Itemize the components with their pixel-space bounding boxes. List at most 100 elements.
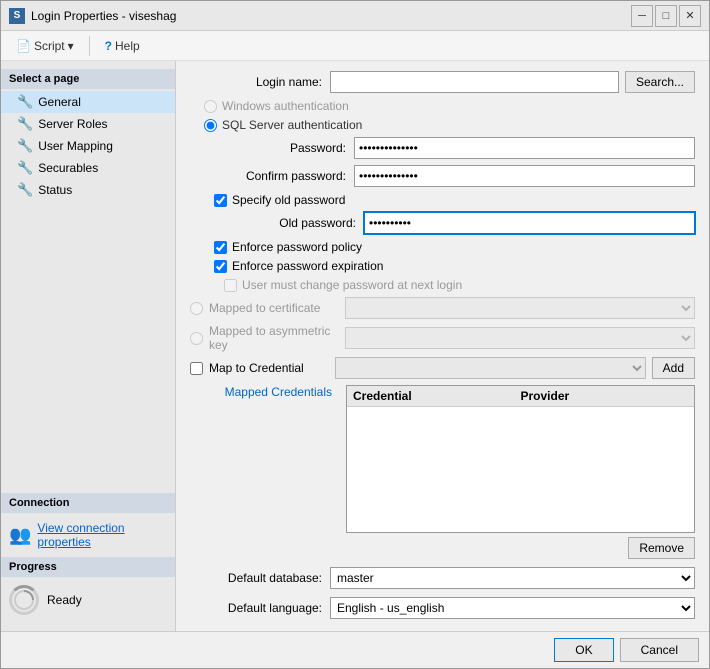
mapped-asym-row: Mapped to asymmetric key (190, 324, 695, 352)
maximize-button[interactable]: □ (655, 5, 677, 27)
status-icon: 🔧 (17, 182, 33, 198)
credential-col-header: Credential (353, 389, 521, 403)
mapped-cert-row: Mapped to certificate (190, 297, 695, 319)
script-icon: 📄 (16, 39, 31, 53)
sidebar-item-status[interactable]: 🔧 Status (1, 179, 175, 201)
toolbar-separator (89, 36, 90, 56)
sidebar-item-label-status: Status (38, 183, 72, 197)
script-label: Script (34, 39, 65, 53)
remove-button[interactable]: Remove (628, 537, 695, 559)
specify-old-checkbox[interactable] (214, 194, 227, 207)
confirm-password-label: Confirm password: (214, 169, 354, 183)
script-button[interactable]: 📄 Script ▾ (9, 36, 81, 56)
enforce-policy-row: Enforce password policy (214, 240, 695, 254)
sidebar: Select a page 🔧 General 🔧 Server Roles 🔧… (1, 61, 176, 631)
specify-old-password-row: Specify old password (214, 193, 695, 207)
password-input[interactable] (354, 137, 695, 159)
old-password-input[interactable] (364, 212, 695, 234)
login-name-label: Login name: (190, 75, 330, 89)
map-credential-checkbox[interactable] (190, 362, 203, 375)
default-lang-label: Default language: (190, 601, 330, 615)
password-label: Password: (214, 141, 354, 155)
mapped-asym-select[interactable] (345, 327, 695, 349)
login-name-input[interactable] (330, 71, 619, 93)
map-credential-select[interactable] (335, 357, 646, 379)
map-credential-label: Map to Credential (209, 361, 329, 375)
sidebar-item-general[interactable]: 🔧 General (1, 91, 175, 113)
general-icon: 🔧 (17, 94, 33, 110)
sidebar-item-label-user-mapping: User Mapping (38, 139, 113, 153)
main-window: S Login Properties - viseshag ─ □ ✕ 📄 Sc… (0, 0, 710, 669)
progress-status: Ready (47, 593, 82, 607)
mapped-cert-radio[interactable] (190, 302, 203, 315)
must-change-row: User must change password at next login (224, 278, 695, 292)
sql-auth-radio[interactable] (204, 119, 217, 132)
securables-icon: 🔧 (17, 160, 33, 176)
specify-old-label: Specify old password (232, 193, 345, 207)
old-password-label: Old password: (224, 216, 364, 230)
windows-auth-row: Windows authentication (204, 99, 695, 113)
default-db-label: Default database: (190, 571, 330, 585)
map-credential-row: Map to Credential Add (190, 357, 695, 379)
enforce-policy-label: Enforce password policy (232, 240, 362, 254)
default-db-select[interactable]: master (330, 567, 695, 589)
connection-section-header: Connection (1, 493, 175, 513)
must-change-checkbox[interactable] (224, 279, 237, 292)
sidebar-item-label-securables: Securables (38, 161, 98, 175)
progress-content: Ready (1, 577, 175, 623)
confirm-password-row: Confirm password: (214, 165, 695, 187)
ok-button[interactable]: OK (554, 638, 613, 662)
credential-header: Credential Provider (347, 386, 694, 407)
sidebar-item-user-mapping[interactable]: 🔧 User Mapping (1, 135, 175, 157)
credential-box: Credential Provider (346, 385, 695, 533)
view-connection-link[interactable]: View connection properties (37, 521, 167, 549)
mapped-cert-select[interactable] (345, 297, 695, 319)
minimize-button[interactable]: ─ (631, 5, 653, 27)
sql-auth-label: SQL Server authentication (222, 118, 362, 132)
mapped-asym-radio[interactable] (190, 332, 203, 345)
toolbar: 📄 Script ▾ ? Help (1, 31, 709, 61)
window-controls: ─ □ ✕ (631, 5, 701, 27)
mapped-credentials-label: Mapped Credentials (190, 385, 340, 399)
progress-section-header: Progress (1, 557, 175, 577)
window-icon: S (9, 8, 25, 24)
default-lang-row: Default language: English - us_english (190, 597, 695, 619)
connection-content: 👥 View connection properties (1, 513, 175, 557)
add-button[interactable]: Add (652, 357, 695, 379)
password-row: Password: (214, 137, 695, 159)
connection-icon: 👥 (9, 525, 31, 546)
help-button[interactable]: ? Help (98, 36, 147, 56)
cancel-button[interactable]: Cancel (620, 638, 699, 662)
enforce-expiration-label: Enforce password expiration (232, 259, 383, 273)
sidebar-item-server-roles[interactable]: 🔧 Server Roles (1, 113, 175, 135)
close-button[interactable]: ✕ (679, 5, 701, 27)
server-roles-icon: 🔧 (17, 116, 33, 132)
default-db-row: Default database: master (190, 567, 695, 589)
window-title: Login Properties - viseshag (31, 9, 631, 23)
enforce-expiration-row: Enforce password expiration (214, 259, 695, 273)
progress-spinner (9, 585, 39, 615)
enforce-policy-checkbox[interactable] (214, 241, 227, 254)
remove-section: Remove (190, 537, 695, 559)
sidebar-item-label-general: General (38, 95, 81, 109)
sidebar-item-label-server-roles: Server Roles (38, 117, 107, 131)
select-page-section: Select a page (1, 69, 175, 89)
default-lang-select[interactable]: English - us_english (330, 597, 695, 619)
main-panel: Login name: Search... Windows authentica… (176, 61, 709, 631)
script-dropdown-icon: ▾ (68, 39, 74, 53)
enforce-expiration-checkbox[interactable] (214, 260, 227, 273)
mapped-cert-label: Mapped to certificate (209, 301, 339, 315)
windows-auth-radio[interactable] (204, 100, 217, 113)
help-icon: ? (105, 39, 112, 53)
content-area: Select a page 🔧 General 🔧 Server Roles 🔧… (1, 61, 709, 631)
title-bar: S Login Properties - viseshag ─ □ ✕ (1, 1, 709, 31)
sql-auth-row: SQL Server authentication (204, 118, 695, 132)
old-password-row: Old password: (224, 212, 695, 234)
help-label: Help (115, 39, 140, 53)
mapped-credentials-section: Mapped Credentials Credential Provider (190, 385, 695, 533)
search-button[interactable]: Search... (625, 71, 695, 93)
must-change-label: User must change password at next login (242, 278, 462, 292)
confirm-password-input[interactable] (354, 165, 695, 187)
sidebar-item-securables[interactable]: 🔧 Securables (1, 157, 175, 179)
footer: OK Cancel (1, 631, 709, 668)
